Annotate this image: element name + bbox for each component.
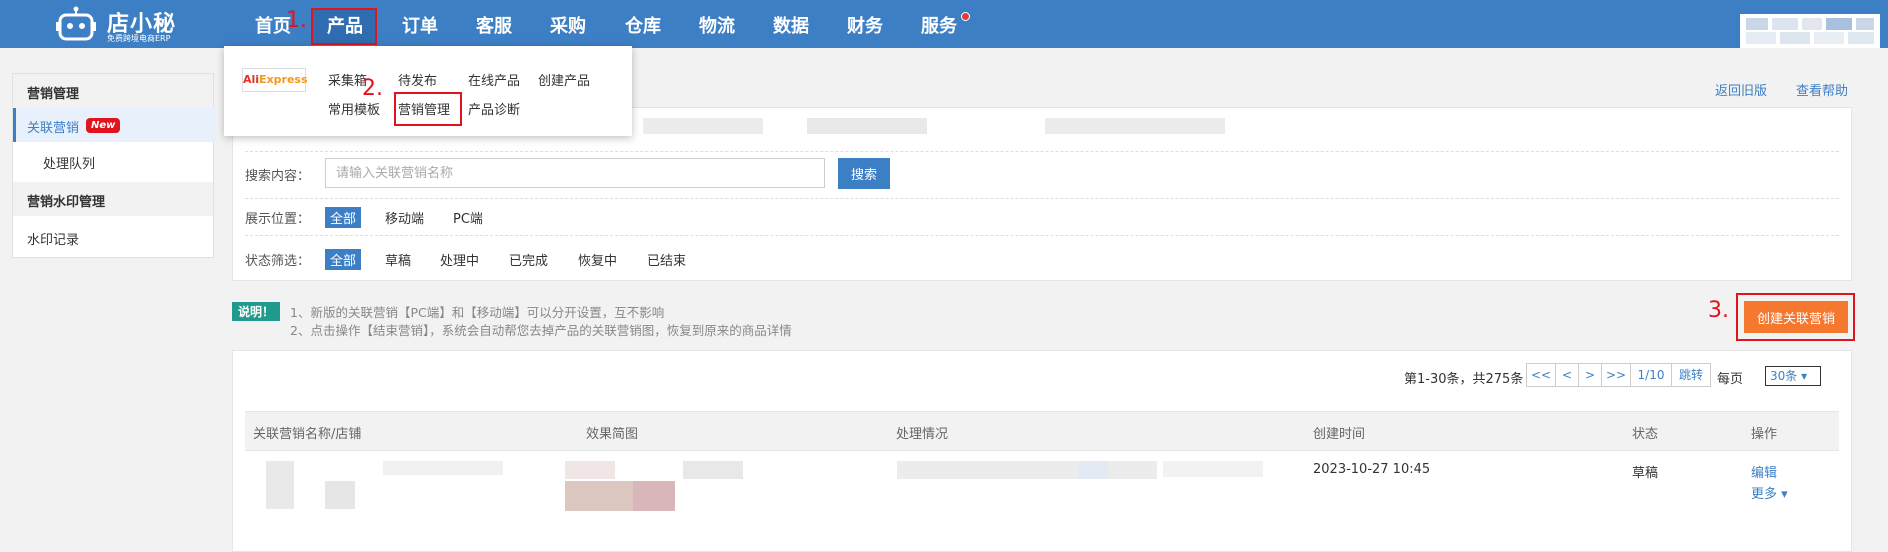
pager-prev-button[interactable]: < xyxy=(1555,363,1579,387)
per-page-label: 每页 xyxy=(1717,372,1744,387)
menu-item-online-products[interactable]: 在线产品 xyxy=(468,70,520,89)
logo[interactable]: 店小秘 免费跨境电商ERP xyxy=(55,4,195,44)
status-option-ended[interactable]: 已结束 xyxy=(647,250,686,269)
status-option-all[interactable]: 全部 xyxy=(325,249,362,270)
menu-item-create-product[interactable]: 创建产品 xyxy=(538,70,590,89)
column-header-preview: 效果简图 xyxy=(586,427,639,442)
back-to-old-version-link[interactable]: 返回旧版 xyxy=(1715,80,1767,99)
annotation-step-1: 1. xyxy=(286,8,307,33)
edit-link[interactable]: 编辑 xyxy=(1751,462,1777,481)
nav-finance[interactable]: 财务 xyxy=(847,12,883,38)
search-button[interactable]: 搜索 xyxy=(838,158,890,189)
blurred-preview-image xyxy=(683,461,743,479)
blurred-processing-info xyxy=(897,461,1157,479)
sidebar-item-watermark-records[interactable]: 水印记录 xyxy=(13,220,213,254)
blurred-store-option xyxy=(807,118,927,134)
menu-item-common-templates[interactable]: 常用模板 xyxy=(328,99,380,118)
per-page-select[interactable]: 30条 ▾ xyxy=(1765,366,1821,386)
sidebar-item-label: 处理队列 xyxy=(43,157,96,172)
top-navigation-bar: 店小秘 免费跨境电商ERP 首页 产品 订单 客服 采购 仓库 物流 数据 财务… xyxy=(0,0,1888,48)
nav-customer-service[interactable]: 客服 xyxy=(476,12,512,38)
nav-purchase[interactable]: 采购 xyxy=(550,12,586,38)
status-label: 状态筛选： xyxy=(245,254,311,269)
help-link[interactable]: 查看帮助 xyxy=(1796,80,1848,99)
sidebar-item-label: 水印记录 xyxy=(27,233,80,248)
blurred-preview-image xyxy=(633,481,675,511)
blurred-store-name xyxy=(266,461,294,509)
blurred-store-name xyxy=(325,481,355,509)
column-header-status: 状态 xyxy=(1632,427,1659,442)
annotation-step-2: 2. xyxy=(362,76,383,101)
new-badge: New xyxy=(86,118,121,133)
brand-slogan: 免费跨境电商ERP xyxy=(107,34,171,43)
sidebar-section-watermark: 营销水印管理 xyxy=(13,182,213,216)
pager-next-button[interactable]: > xyxy=(1578,363,1602,387)
nav-logistics[interactable]: 物流 xyxy=(699,12,735,38)
status-option-completed[interactable]: 已完成 xyxy=(509,250,548,269)
created-time: 2023-10-27 10:45 xyxy=(1313,462,1431,477)
column-header-actions: 操作 xyxy=(1751,427,1778,442)
pager-jump-button[interactable]: 跳转 xyxy=(1671,363,1711,387)
pagination-summary: 第1-30条，共275条 xyxy=(1404,372,1524,387)
blurred-processing-info xyxy=(1163,461,1263,477)
sidebar: 营销管理 关联营销 New 处理队列 营销水印管理 水印记录 xyxy=(12,73,216,258)
pager-page-indicator[interactable]: 1/10 xyxy=(1630,363,1672,387)
nav-services[interactable]: 服务 xyxy=(921,12,957,38)
divider xyxy=(245,151,1839,152)
sidebar-section-marketing: 营销管理 xyxy=(13,74,213,108)
position-option-all[interactable]: 全部 xyxy=(325,207,362,228)
create-related-marketing-button[interactable]: 创建关联营销 xyxy=(1744,301,1848,333)
product-dropdown-menu: AliExpress 采集箱 待发布 在线产品 创建产品 常用模板 营销管理 产… xyxy=(224,46,632,136)
pager-last-button[interactable]: >> xyxy=(1601,363,1631,387)
notice-badge: 说明！ xyxy=(232,302,281,321)
position-label: 展示位置： xyxy=(245,212,311,227)
status-option-processing[interactable]: 处理中 xyxy=(440,250,479,269)
search-label: 搜索内容： xyxy=(245,169,311,184)
aliexpress-logo[interactable]: AliExpress xyxy=(242,68,308,92)
position-option-pc[interactable]: PC端 xyxy=(453,208,483,227)
blurred-processing-info xyxy=(1078,461,1108,479)
status-text: 草稿 xyxy=(1632,466,1659,481)
blurred-store-option xyxy=(1045,118,1225,134)
sidebar-item-label: 关联营销 xyxy=(27,121,80,136)
nav-product[interactable]: 产品 xyxy=(327,12,363,38)
user-account-area[interactable] xyxy=(1740,14,1880,48)
sidebar-item-process-queue[interactable]: 处理队列 xyxy=(13,144,213,178)
nav-data[interactable]: 数据 xyxy=(773,12,809,38)
marketing-management-highlight xyxy=(394,92,462,126)
pager-first-button[interactable]: << xyxy=(1526,363,1556,387)
menu-item-product-diagnosis[interactable]: 产品诊断 xyxy=(468,99,520,118)
divider xyxy=(245,235,1839,236)
robot-logo-icon xyxy=(56,6,96,41)
notification-dot xyxy=(961,12,970,21)
divider xyxy=(245,198,1839,199)
notice-line-2: 2、点击操作【结束营销】，系统会自动帮您去掉产品的关联营销图，恢复到原来的商品详… xyxy=(290,323,792,338)
blurred-store-name xyxy=(383,461,503,475)
search-input[interactable] xyxy=(325,158,825,188)
status-option-restoring[interactable]: 恢复中 xyxy=(578,250,617,269)
nav-orders[interactable]: 订单 xyxy=(402,12,438,38)
column-header-created: 创建时间 xyxy=(1313,427,1366,442)
status-option-draft[interactable]: 草稿 xyxy=(385,250,411,269)
position-option-mobile[interactable]: 移动端 xyxy=(385,208,424,227)
blurred-store-option xyxy=(643,118,763,134)
results-panel: 第1-30条，共275条 << < > >> 1/10 跳转 每页 30条 ▾ … xyxy=(232,350,1852,552)
sidebar-item-related-marketing[interactable]: 关联营销 New xyxy=(13,108,216,142)
nav-warehouse[interactable]: 仓库 xyxy=(625,12,661,38)
table-header: 关联营销名称/店铺 效果简图 处理情况 创建时间 状态 操作 xyxy=(245,411,1839,451)
blurred-preview-image xyxy=(565,461,615,479)
column-header-processing: 处理情况 xyxy=(896,427,949,442)
column-header-name: 关联营销名称/店铺 xyxy=(253,427,362,442)
annotation-step-3: 3. xyxy=(1708,298,1729,323)
menu-item-pending-publish[interactable]: 待发布 xyxy=(398,70,437,89)
more-actions-dropdown[interactable]: 更多 ▾ xyxy=(1751,483,1788,502)
notice-line-1: 1、新版的关联营销【PC端】和【移动端】可以分开设置，互不影响 xyxy=(290,305,665,320)
